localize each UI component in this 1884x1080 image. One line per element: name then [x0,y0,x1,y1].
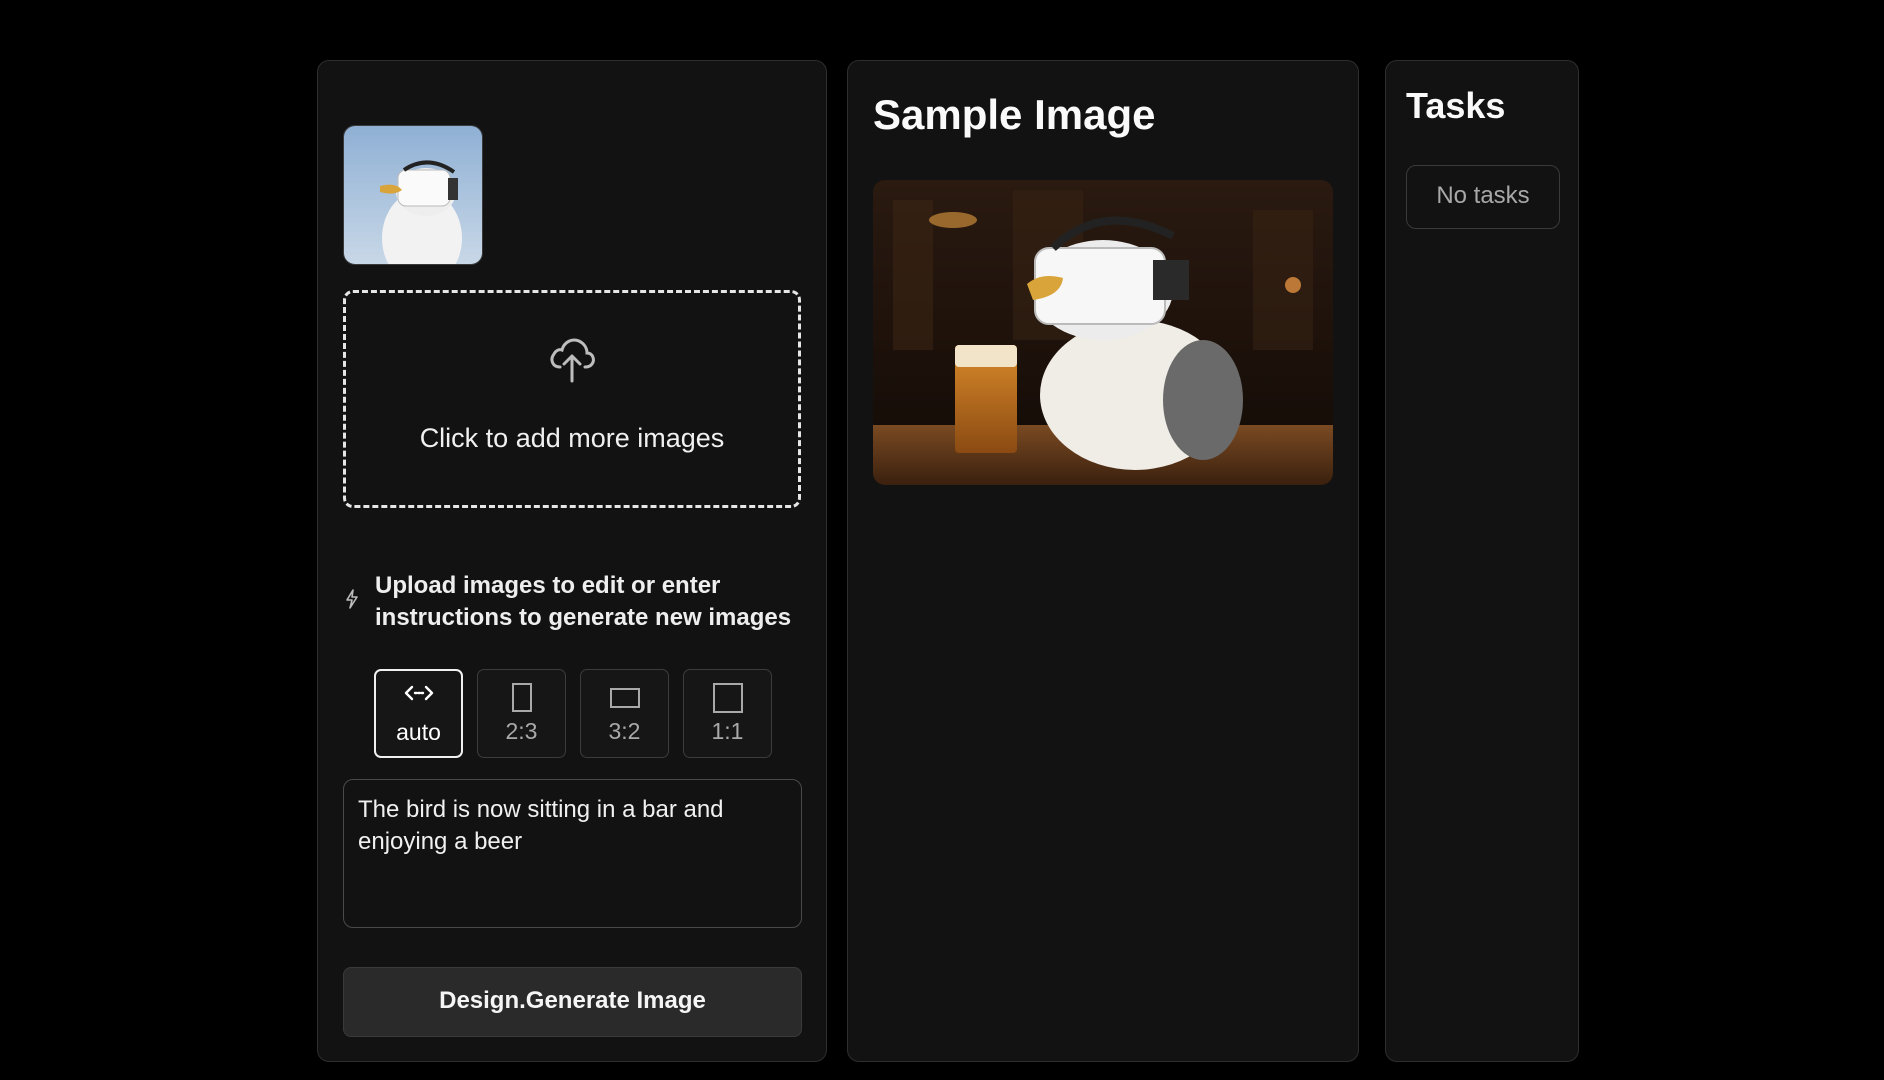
square-icon [712,683,743,713]
cloud-upload-icon [550,338,595,383]
ratio-2-3-option[interactable]: 2:3 [477,669,566,758]
ratio-label: 1:1 [711,718,744,744]
prompt-input[interactable]: The bird is now sitting in a bar and enj… [343,779,802,928]
sample-title: Sample Image [873,91,1156,138]
generate-image-button[interactable]: Design.Generate Image [343,967,802,1037]
ratio-1-1-option[interactable]: 1:1 [683,669,772,758]
landscape-rect-icon [609,688,640,708]
uploaded-image-thumbnail[interactable] [343,125,483,265]
ratio-3-2-option[interactable]: 3:2 [580,669,669,758]
add-images-label: Click to add more images [419,423,725,453]
arrows-horizontal-icon [404,685,433,701]
portrait-rect-icon [511,683,532,712]
tasks-panel: Tasks No tasks [1385,60,1579,1062]
editor-panel: Click to add more images Upload images t… [317,60,827,1062]
ratio-label: 3:2 [608,718,641,744]
bolt-icon [346,589,358,609]
ratio-label: auto [396,719,441,745]
ratio-label: 2:3 [505,718,538,744]
ratio-auto-option[interactable]: auto [374,669,463,758]
sample-image[interactable] [873,180,1333,485]
tasks-title: Tasks [1406,85,1506,126]
sample-panel: Sample Image [847,60,1359,1062]
bird-in-bar-image-icon [873,180,1333,485]
hint-text: Upload images to edit or enter instructi… [375,572,792,631]
bird-vr-thumbnail-icon [344,126,482,264]
no-tasks-badge: No tasks [1406,165,1560,229]
add-images-dropzone[interactable]: Click to add more images [343,290,801,508]
aspect-ratio-selector: auto 2:3 3:2 1:1 [374,669,772,758]
